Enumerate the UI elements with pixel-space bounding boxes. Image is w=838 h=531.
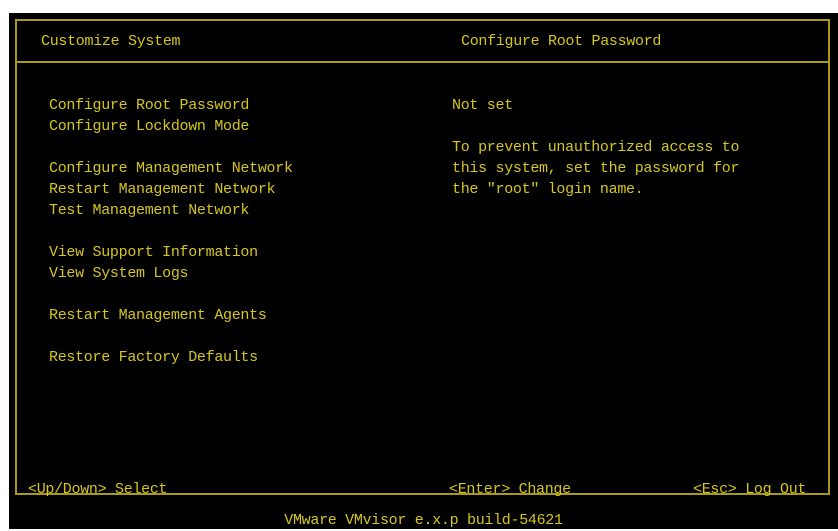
console-screen: Customize System Configure Root Password… <box>9 13 838 529</box>
menu-item-view-support-information[interactable]: View Support Information <box>49 242 258 263</box>
header-right-title: Configure Root Password <box>461 33 662 50</box>
dialog-frame: Customize System Configure Root Password… <box>15 19 830 498</box>
header-left-title: Customize System <box>41 33 181 50</box>
select-hint[interactable]: <Up/Down> Select <box>28 479 168 500</box>
menu-item-configure-management-network[interactable]: Configure Management Network <box>49 158 293 179</box>
menu-item-restart-management-agents[interactable]: Restart Management Agents <box>49 305 267 326</box>
menu-item-restore-factory-defaults[interactable]: Restore Factory Defaults <box>49 347 258 368</box>
password-status: Not set <box>452 97 513 114</box>
menu-item-test-management-network[interactable]: Test Management Network <box>49 200 249 221</box>
description-line: the "root" login name. <box>452 181 644 198</box>
description-line: this system, set the password for <box>452 160 740 177</box>
logout-hint[interactable]: <Esc> Log Out <box>693 479 806 500</box>
header-divider <box>17 61 828 63</box>
menu-item-configure-root-password[interactable]: Configure Root Password <box>49 95 249 116</box>
change-hint[interactable]: <Enter> Change <box>449 479 571 500</box>
description-line: To prevent unauthorized access to <box>452 139 740 156</box>
build-info: VMware VMvisor e.x.p build-54621 <box>284 512 563 529</box>
menu-item-view-system-logs[interactable]: View System Logs <box>49 263 189 284</box>
menu-item-restart-management-network[interactable]: Restart Management Network <box>49 179 276 200</box>
menu-item-configure-lockdown-mode[interactable]: Configure Lockdown Mode <box>49 116 249 137</box>
